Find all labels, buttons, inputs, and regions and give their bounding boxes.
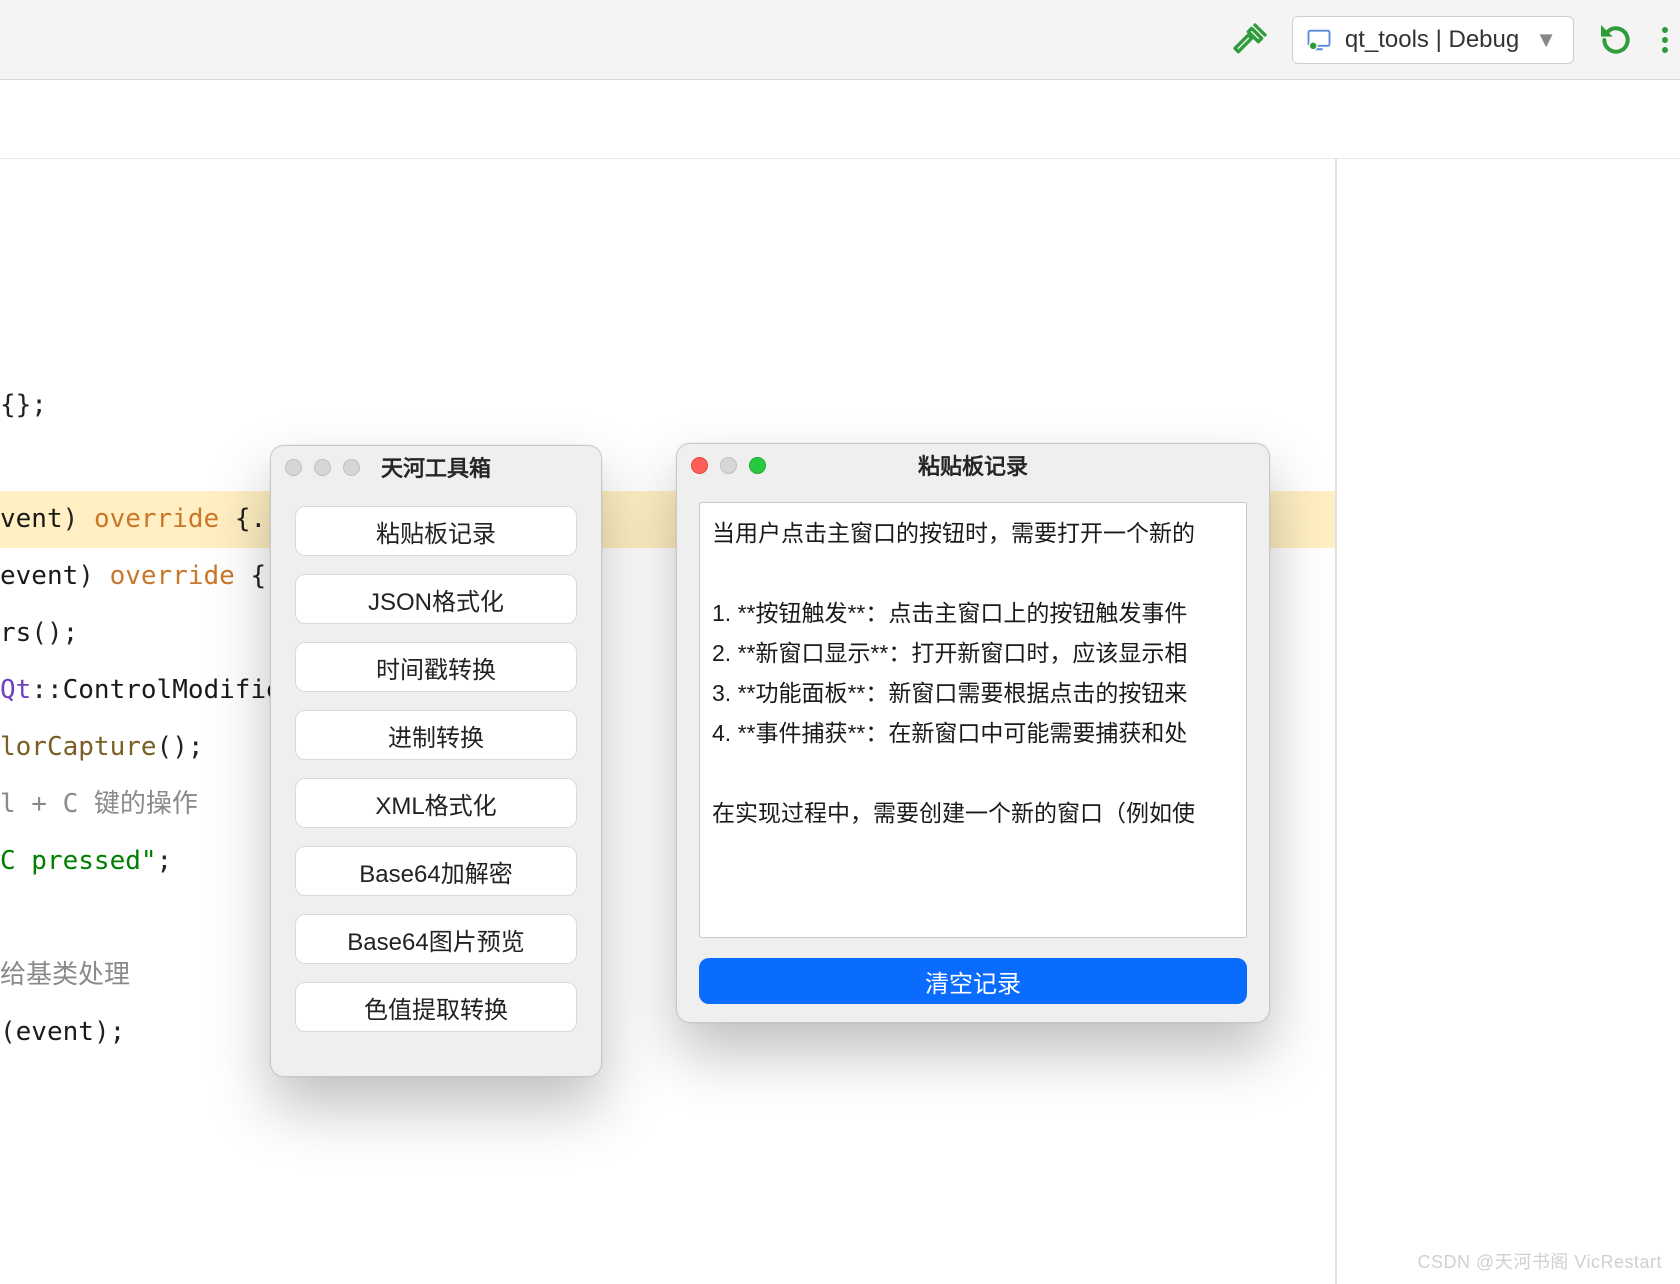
chevron-down-icon: ▼ [1535,27,1557,53]
zoom-icon[interactable] [749,457,766,474]
minimize-icon[interactable] [314,459,331,476]
toolbox-button-5[interactable]: Base64加解密 [295,846,577,896]
toolbox-titlebar[interactable]: 天河工具箱 [271,446,601,488]
clipboard-window: 粘贴板记录 当用户点击主窗口的按钮时，需要打开一个新的 1. **按钮触发**：… [676,443,1270,1023]
run-config-selector[interactable]: qt_tools | Debug ▼ [1292,16,1574,64]
minimize-icon[interactable] [720,457,737,474]
zoom-icon[interactable] [343,459,360,476]
toolbox-button-0[interactable]: 粘贴板记录 [295,506,577,556]
overflow-menu-icon[interactable] [1662,27,1670,53]
build-icon[interactable] [1230,20,1270,60]
run-config-label: qt_tools | Debug [1345,26,1519,54]
traffic-lights [691,457,766,474]
monitor-icon [1305,26,1333,54]
toolbox-button-1[interactable]: JSON格式化 [295,574,577,624]
close-icon[interactable] [691,457,708,474]
toolbox-button-7[interactable]: 色值提取转换 [295,982,577,1032]
ide-toolbar: qt_tools | Debug ▼ [0,0,1680,80]
close-icon[interactable] [285,459,302,476]
toolbox-button-6[interactable]: Base64图片预览 [295,914,577,964]
clipboard-body: 当用户点击主窗口的按钮时，需要打开一个新的 1. **按钮触发**：点击主窗口上… [677,486,1269,1022]
clipboard-textpane[interactable]: 当用户点击主窗口的按钮时，需要打开一个新的 1. **按钮触发**：点击主窗口上… [699,502,1247,938]
run-restart-icon[interactable] [1596,20,1636,60]
toolbox-body: 粘贴板记录 JSON格式化时间戳转换进制转换 XML格式化 Base64加解密 Base… [271,488,601,1052]
vertical-splitter[interactable] [1335,159,1337,1284]
traffic-lights [285,459,360,476]
toolbox-button-4[interactable]: XML格式化 [295,778,577,828]
clear-records-button[interactable]: 清空记录 [699,958,1247,1004]
toolbox-button-2[interactable]: 时间戳转换 [295,642,577,692]
toolbox-window: 天河工具箱 粘贴板记录 JSON格式化时间戳转换进制转换 XML格式化 Base64加… [270,445,602,1077]
clipboard-titlebar[interactable]: 粘贴板记录 [677,444,1269,486]
toolbox-button-3[interactable]: 进制转换 [295,710,577,760]
code-line: {}; [0,377,1680,434]
